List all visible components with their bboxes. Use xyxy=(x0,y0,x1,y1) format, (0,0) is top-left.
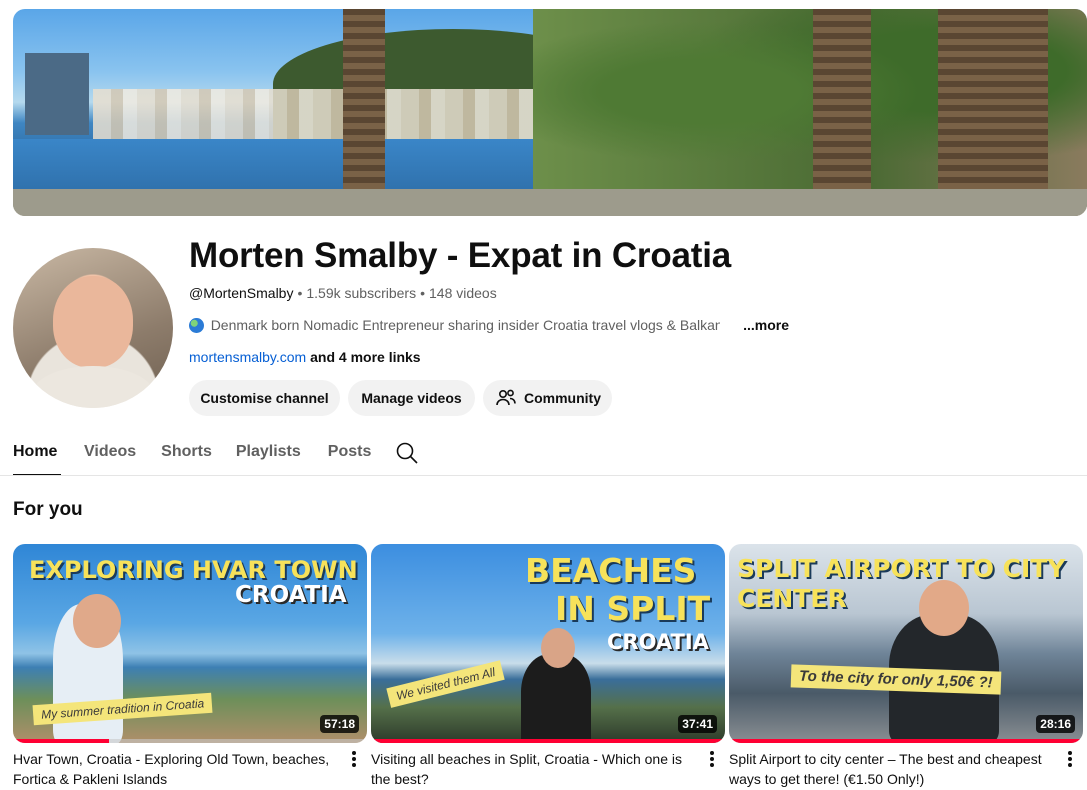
more-vert-icon[interactable] xyxy=(349,750,359,768)
tab-home[interactable]: Home xyxy=(13,430,61,476)
tab-videos[interactable]: Videos xyxy=(84,430,136,476)
watch-progress xyxy=(729,739,1083,743)
video-duration: 28:16 xyxy=(1036,715,1075,733)
channel-banner xyxy=(13,9,1087,216)
thumbnail-caption: BEACHES xyxy=(525,551,697,590)
search-icon[interactable] xyxy=(395,441,419,465)
tab-posts[interactable]: Posts xyxy=(328,430,372,476)
subscriber-count: 1.59k subscribers xyxy=(306,285,417,301)
globe-icon xyxy=(189,317,204,333)
thumbnail-caption: CROATIA xyxy=(235,582,347,608)
tab-shorts[interactable]: Shorts xyxy=(161,430,212,476)
channel-avatar[interactable] xyxy=(13,248,173,408)
video-thumbnail[interactable]: SPLIT AIRPORT TO CITY CENTER To the city… xyxy=(729,544,1083,743)
tabs-divider xyxy=(0,475,1087,476)
more-vert-icon[interactable] xyxy=(707,750,717,768)
tab-playlists[interactable]: Playlists xyxy=(236,430,301,476)
channel-meta: @MortenSmalby • 1.59k subscribers • 148 vide… xyxy=(189,285,497,301)
video-duration: 57:18 xyxy=(320,715,359,733)
watch-progress xyxy=(13,739,367,743)
video-title[interactable]: Visiting all beaches in Split, Croatia -… xyxy=(371,749,691,789)
manage-videos-button[interactable]: Manage videos xyxy=(348,380,475,416)
community-label: Community xyxy=(524,390,601,406)
channel-title: Morten Smalby - Expat in Croatia xyxy=(189,236,732,275)
video-title[interactable]: Split Airport to city center – The best … xyxy=(729,749,1049,789)
website-link[interactable]: mortensmalby.com xyxy=(189,349,306,365)
description-text: Denmark born Nomadic Entrepreneur sharin… xyxy=(210,317,721,333)
video-duration: 37:41 xyxy=(678,715,717,733)
thumbnail-caption: CENTER xyxy=(737,584,847,613)
more-vert-icon[interactable] xyxy=(1065,750,1075,768)
channel-links: mortensmalby.com and 4 more links xyxy=(189,349,421,365)
channel-handle: @MortenSmalby xyxy=(189,285,294,301)
people-icon xyxy=(496,389,516,406)
thumbnail-caption: SPLIT AIRPORT TO CITY xyxy=(737,554,1066,583)
video-thumbnail[interactable]: BEACHES IN SPLIT CROATIA We visited them… xyxy=(371,544,725,743)
thumbnail-sticker: We visited them All xyxy=(386,660,506,708)
thumbnail-caption: IN SPLIT xyxy=(555,589,711,628)
section-title: For you xyxy=(13,499,83,520)
customise-channel-button[interactable]: Customise channel xyxy=(189,380,340,416)
channel-description[interactable]: Denmark born Nomadic Entrepreneur sharin… xyxy=(189,317,789,333)
thumbnail-caption: EXPLORING HVAR TOWN xyxy=(29,556,358,584)
channel-tabs: Home Videos Shorts Playlists Posts xyxy=(13,430,371,476)
watch-progress xyxy=(371,739,725,743)
thumbnail-caption: CROATIA xyxy=(607,630,709,654)
more-link[interactable]: ...more xyxy=(743,317,789,333)
more-links[interactable]: and 4 more links xyxy=(310,349,420,365)
video-title[interactable]: Hvar Town, Croatia - Exploring Old Town,… xyxy=(13,749,333,789)
video-thumbnail[interactable]: EXPLORING HVAR TOWN CROATIA My summer tr… xyxy=(13,544,367,743)
community-button[interactable]: Community xyxy=(483,380,612,416)
video-count: 148 videos xyxy=(429,285,497,301)
